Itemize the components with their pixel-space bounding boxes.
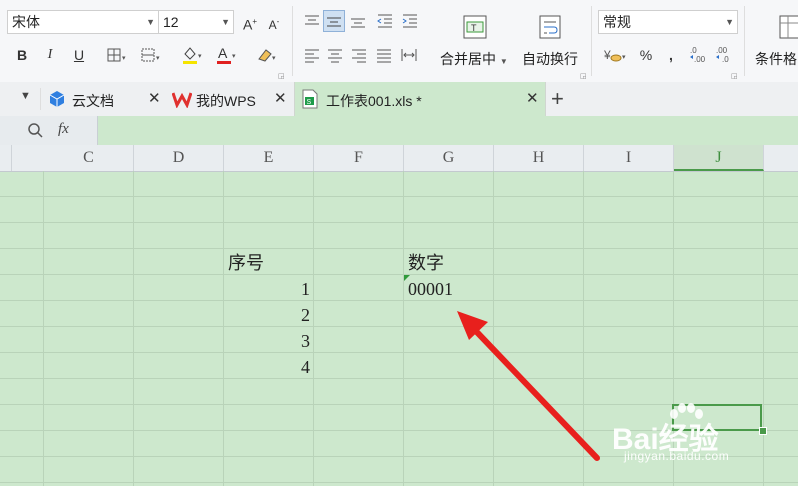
watermark-url: jingyan.baidu.com [624,449,730,463]
